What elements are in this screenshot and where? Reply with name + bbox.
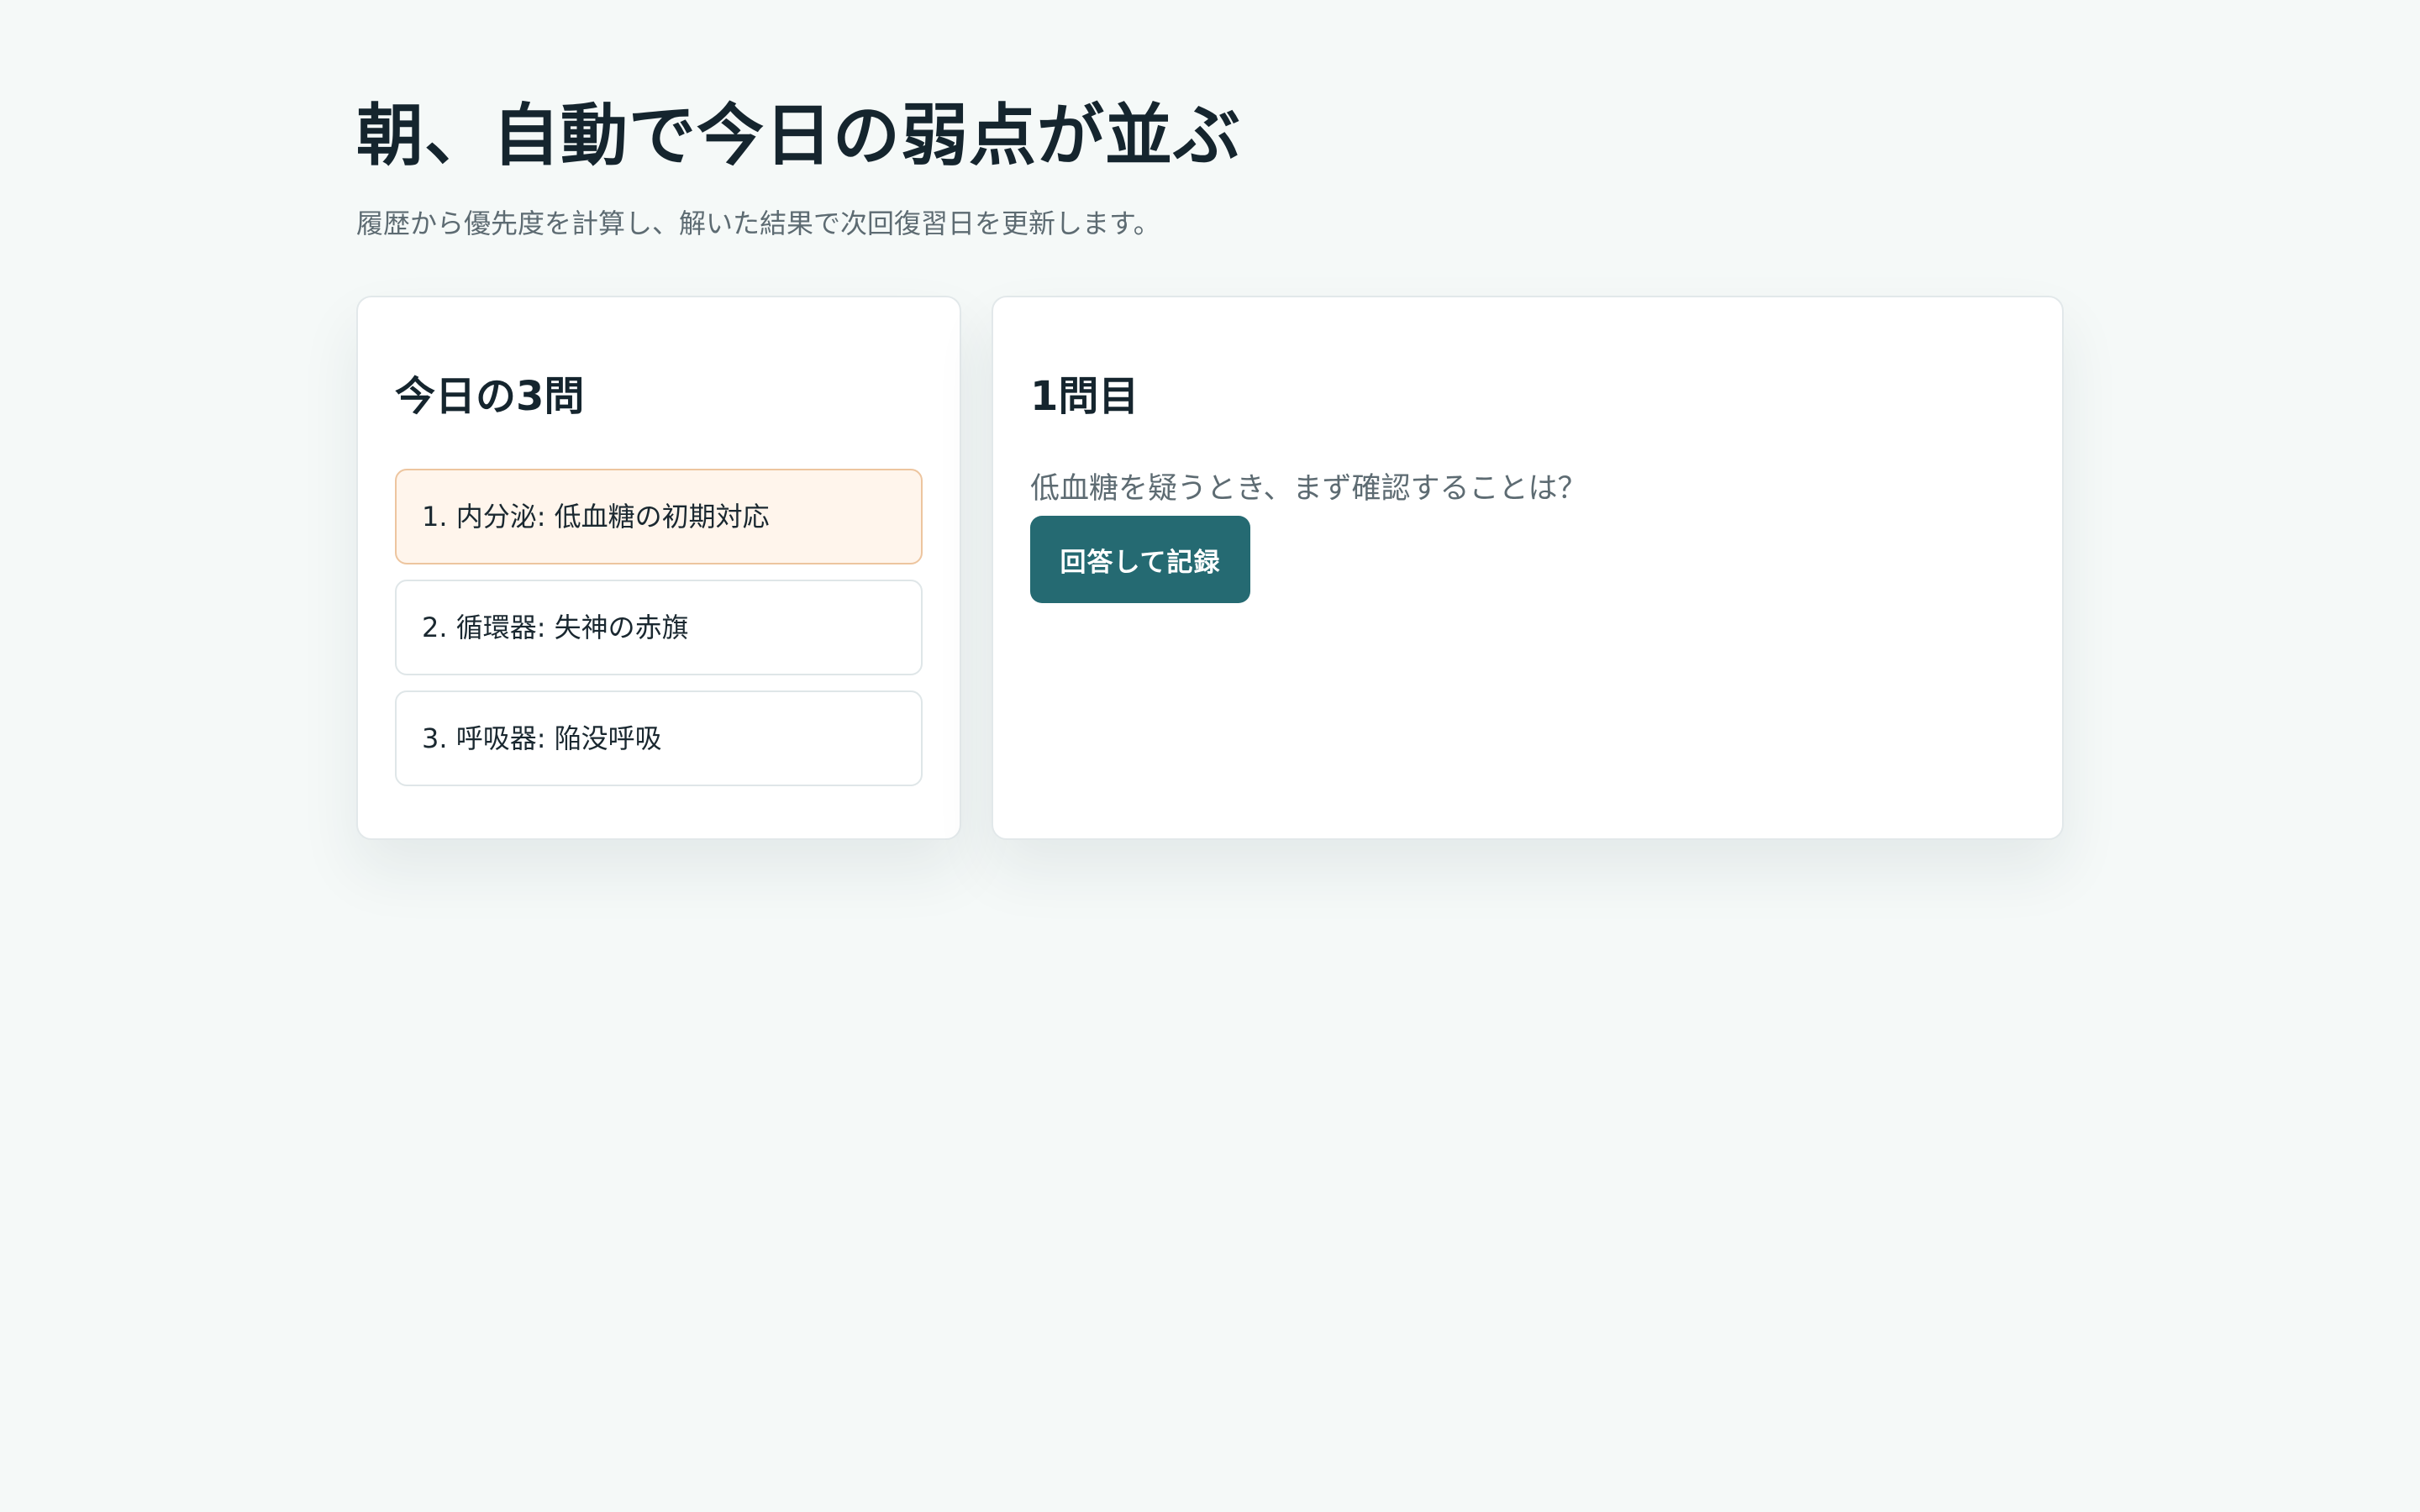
question-list-item-2[interactable]: 2. 循環器: 失神の赤旗 (395, 580, 923, 675)
page: 朝、自動で今日の弱点が並ぶ 履歴から優先度を計算し、解いた結果で次回復習日を更新… (356, 92, 2064, 840)
question-text: 低血糖を疑うとき、まず確認することは？ (1030, 472, 1587, 506)
page-subtitle: 履歴から優先度を計算し、解いた結果で次回復習日を更新します。 (356, 207, 1160, 239)
answer-record-button[interactable]: 回答して記録 (1030, 516, 1250, 603)
question-list-item-3[interactable]: 3. 呼吸器: 陥没呼吸 (395, 690, 923, 786)
question-number-title: 1問目 (1030, 373, 1139, 420)
question-list-item-1[interactable]: 1. 内分泌: 低血糖の初期対応 (395, 469, 923, 564)
content-grid: 今日の3問 1. 内分泌: 低血糖の初期対応 2. 循環器: 失神の赤旗 3. … (356, 296, 2064, 840)
today-questions-card: 今日の3問 1. 内分泌: 低血糖の初期対応 2. 循環器: 失神の赤旗 3. … (356, 296, 961, 840)
today-questions-title: 今日の3問 (395, 373, 585, 420)
question-detail-card: 1問目 低血糖を疑うとき、まず確認することは？ 回答して記録 (992, 296, 2064, 840)
question-list: 1. 内分泌: 低血糖の初期対応 2. 循環器: 失神の赤旗 3. 呼吸器: 陥… (395, 469, 923, 801)
page-title: 朝、自動で今日の弱点が並ぶ (356, 97, 1241, 175)
